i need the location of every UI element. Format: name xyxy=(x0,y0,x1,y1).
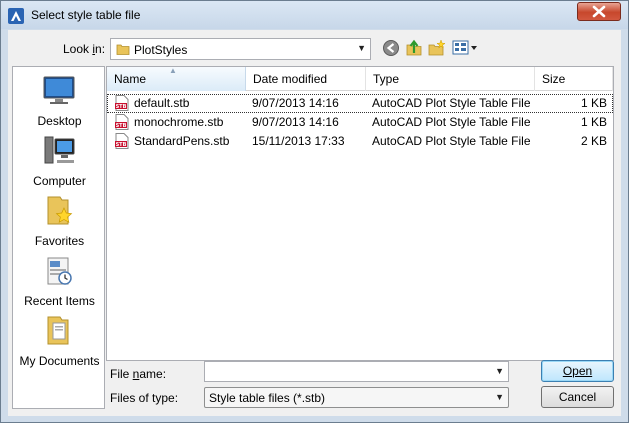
lookin-combo[interactable]: PlotStyles ▼ xyxy=(110,38,371,60)
filename-label: File name: xyxy=(110,367,167,381)
close-icon xyxy=(592,5,606,18)
open-button[interactable]: Open xyxy=(541,360,614,382)
column-header-size[interactable]: Size xyxy=(535,67,613,91)
file-size: 1 KB xyxy=(580,115,607,129)
file-list-header: ▲ Name Date modified Type Size xyxy=(107,66,613,91)
column-header-name[interactable]: ▲ Name xyxy=(107,66,246,91)
filetype-value: Style table files (*.stb) xyxy=(209,391,326,405)
file-name: monochrome.stb xyxy=(134,115,224,129)
lookin-label: Look in: xyxy=(63,42,106,56)
file-row[interactable]: STB monochrome.stb 9/07/2013 14:16 AutoC… xyxy=(107,113,613,132)
stb-file-icon: STB xyxy=(115,95,129,111)
svg-text:STB: STB xyxy=(116,142,127,148)
title-bar[interactable]: Select style table file xyxy=(1,1,628,29)
computer-icon xyxy=(44,136,75,164)
place-desktop[interactable]: Desktop xyxy=(13,75,106,135)
file-size: 1 KB xyxy=(580,96,607,110)
file-row[interactable]: STB StandardPens.stb 15/11/2013 17:33 Au… xyxy=(107,132,613,151)
up-folder-icon[interactable] xyxy=(405,39,423,57)
file-date: 15/11/2013 17:33 xyxy=(252,134,345,148)
lookin-value: PlotStyles xyxy=(134,43,188,57)
chevron-down-icon[interactable]: ▼ xyxy=(495,366,504,376)
filename-input[interactable]: ▼ xyxy=(204,361,509,382)
dialog-body: Look in: PlotStyles ▼ Desktop Computer F… xyxy=(8,30,621,416)
place-recent-items[interactable]: Recent Items xyxy=(13,255,106,315)
file-date: 9/07/2013 14:16 xyxy=(252,115,339,129)
stb-file-icon: STB xyxy=(115,114,129,130)
new-folder-icon[interactable] xyxy=(428,39,446,57)
place-my-documents[interactable]: My Documents xyxy=(13,315,106,375)
chevron-down-icon[interactable]: ▼ xyxy=(495,392,504,402)
place-label: Desktop xyxy=(37,114,82,128)
window-title: Select style table file xyxy=(31,8,141,22)
back-arrow-icon[interactable] xyxy=(382,39,400,57)
place-label: My Documents xyxy=(19,354,100,368)
place-computer[interactable]: Computer xyxy=(13,135,106,195)
filetype-select[interactable]: Style table files (*.stb) ▼ xyxy=(204,387,509,408)
favorites-icon xyxy=(47,196,73,225)
select-style-table-dialog: Select style table file Look in: PlotSty… xyxy=(0,0,629,423)
my-documents-icon xyxy=(47,316,69,345)
file-list[interactable]: ▲ Name Date modified Type Size STB defau… xyxy=(106,66,614,361)
place-favorites[interactable]: Favorites xyxy=(13,195,106,255)
file-size: 2 KB xyxy=(580,134,607,148)
views-menu-icon xyxy=(452,40,477,55)
file-date: 9/07/2013 14:16 xyxy=(252,96,339,110)
place-label: Favorites xyxy=(34,234,85,248)
file-name: default.stb xyxy=(134,96,190,110)
file-type: AutoCAD Plot Style Table File xyxy=(372,96,531,110)
file-row[interactable]: STB default.stb 9/07/2013 14:16 AutoCAD … xyxy=(107,94,613,113)
filetype-label: Files of type: xyxy=(110,391,179,405)
place-label: Computer xyxy=(33,174,86,188)
file-name: StandardPens.stb xyxy=(134,134,230,148)
column-header-date[interactable]: Date modified xyxy=(246,67,366,91)
place-label: Recent Items xyxy=(24,294,95,308)
file-type: AutoCAD Plot Style Table File xyxy=(372,115,531,129)
close-button[interactable] xyxy=(577,2,621,21)
svg-text:STB: STB xyxy=(116,104,127,110)
svg-text:STB: STB xyxy=(116,123,127,129)
chevron-down-icon[interactable]: ▼ xyxy=(357,43,366,53)
stb-file-icon: STB xyxy=(115,133,129,149)
views-menu-button[interactable] xyxy=(452,39,480,57)
recent-items-icon xyxy=(47,257,72,285)
desktop-icon xyxy=(43,76,75,104)
app-logo-icon xyxy=(8,8,24,24)
cancel-button[interactable]: Cancel xyxy=(541,386,614,408)
sort-up-icon: ▲ xyxy=(169,66,177,75)
folder-icon xyxy=(116,44,130,55)
file-type: AutoCAD Plot Style Table File xyxy=(372,134,531,148)
column-header-type[interactable]: Type xyxy=(366,67,535,91)
places-bar: Desktop Computer Favorites Recent Items … xyxy=(12,66,105,409)
